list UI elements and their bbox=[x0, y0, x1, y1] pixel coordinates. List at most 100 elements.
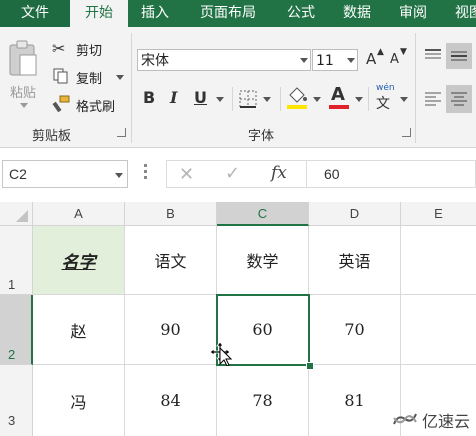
borders-button[interactable] bbox=[238, 87, 274, 111]
cell-b3[interactable]: 84 bbox=[125, 365, 217, 436]
row-header-2[interactable]: 2 bbox=[0, 295, 33, 365]
cell-b1[interactable]: 语文 bbox=[125, 226, 217, 295]
cut-label: 剪切 bbox=[76, 44, 103, 59]
ribbon-tab-bar: 文件 开始 插入 页面布局 公式 数据 审阅 视图 bbox=[0, 0, 476, 28]
chevron-down-icon bbox=[263, 97, 271, 102]
paste-icon bbox=[9, 40, 37, 76]
column-header-d[interactable]: D bbox=[309, 202, 401, 226]
watermark-logo-icon bbox=[393, 413, 417, 425]
font-name-select[interactable]: 宋体 bbox=[137, 49, 311, 71]
name-box-value: C2 bbox=[9, 166, 27, 182]
tab-formulas[interactable]: 公式 bbox=[276, 0, 326, 27]
format-painter-label: 格式刷 bbox=[76, 100, 116, 115]
font-color-icon: A bbox=[331, 84, 345, 105]
tab-data[interactable]: 数据 bbox=[332, 0, 382, 27]
ribbon-separator bbox=[232, 87, 233, 111]
paint-bucket-icon bbox=[287, 87, 307, 109]
align-middle-button[interactable] bbox=[446, 43, 472, 69]
cell-a1[interactable]: 名字 bbox=[33, 226, 125, 295]
select-all-corner[interactable] bbox=[0, 202, 33, 226]
row-header-3[interactable]: 3 bbox=[0, 365, 33, 436]
move-cursor-icon bbox=[209, 340, 233, 367]
align-top-button[interactable] bbox=[422, 45, 444, 67]
paste-dropdown-icon bbox=[20, 103, 28, 108]
formula-input[interactable]: 60 bbox=[306, 160, 476, 188]
insert-function-icon[interactable]: fx bbox=[271, 163, 287, 183]
cell-e1[interactable] bbox=[401, 226, 476, 295]
ribbon-separator bbox=[415, 33, 416, 143]
copy-dropdown-icon bbox=[116, 75, 124, 80]
column-header-a[interactable]: A bbox=[33, 202, 125, 226]
chevron-down-icon bbox=[115, 173, 123, 178]
italic-button[interactable]: I bbox=[170, 88, 177, 107]
font-color-button[interactable]: A bbox=[328, 84, 366, 113]
ribbon-home: 粘贴 ✂ 剪切 复制 格式刷 剪贴板 宋体 11 A ▲ A ▼ B I U A… bbox=[0, 27, 476, 148]
font-launcher-icon[interactable] bbox=[402, 128, 411, 137]
align-middle-icon bbox=[451, 51, 467, 61]
column-header-c[interactable]: C bbox=[217, 202, 309, 226]
formula-input-value: 60 bbox=[324, 166, 340, 182]
tab-view[interactable]: 视图 bbox=[444, 0, 476, 27]
format-painter-icon bbox=[52, 95, 70, 113]
cell-c3[interactable]: 78 bbox=[217, 365, 309, 436]
shrink-font-icon: A bbox=[390, 52, 399, 67]
chevron-down-icon bbox=[355, 97, 363, 102]
borders-icon bbox=[239, 90, 257, 108]
cell-e2[interactable] bbox=[401, 295, 476, 365]
clipboard-launcher-icon[interactable] bbox=[117, 128, 126, 137]
tab-page-layout[interactable]: 页面布局 bbox=[186, 0, 270, 27]
cell-b2[interactable]: 90 bbox=[125, 295, 217, 365]
font-size-select[interactable]: 11 bbox=[312, 49, 358, 71]
cancel-icon[interactable]: ✕ bbox=[179, 164, 194, 185]
grow-font-button[interactable]: A ▲ bbox=[366, 47, 384, 71]
align-top-icon bbox=[425, 49, 441, 59]
ribbon-separator bbox=[131, 33, 132, 143]
formula-bar-grip-icon[interactable] bbox=[144, 164, 147, 184]
cell-a3[interactable]: 冯 bbox=[33, 365, 125, 436]
font-name-value: 宋体 bbox=[141, 53, 169, 69]
underline-button[interactable]: U bbox=[194, 88, 228, 110]
clipboard-group-label: 剪贴板 bbox=[32, 129, 72, 144]
cell-d1[interactable]: 英语 bbox=[309, 226, 401, 295]
cell-c1[interactable]: 数学 bbox=[217, 226, 309, 295]
cell-d3[interactable]: 81 bbox=[309, 365, 401, 436]
chevron-down-icon bbox=[400, 97, 408, 102]
copy-button[interactable]: 复制 bbox=[52, 67, 124, 87]
paste-label: 粘贴 bbox=[10, 86, 37, 101]
copy-icon bbox=[53, 68, 68, 84]
tab-home[interactable]: 开始 bbox=[70, 0, 128, 28]
row-header-label: 1 bbox=[8, 277, 16, 292]
align-left-button[interactable] bbox=[422, 87, 444, 111]
column-header-b[interactable]: B bbox=[125, 202, 217, 226]
phonetic-button[interactable]: wén 文 bbox=[374, 83, 412, 113]
name-box[interactable]: C2 bbox=[2, 160, 128, 188]
font-color-swatch bbox=[329, 105, 349, 109]
chevron-down-icon bbox=[347, 58, 355, 63]
cell-d2[interactable]: 70 bbox=[309, 295, 401, 365]
underline-icon: U bbox=[194, 88, 207, 107]
grow-font-icon: A bbox=[366, 50, 377, 68]
scissors-icon: ✂ bbox=[52, 39, 66, 58]
column-header-e[interactable]: E bbox=[401, 202, 476, 226]
align-center-button[interactable] bbox=[446, 85, 472, 113]
ribbon-separator bbox=[368, 87, 369, 111]
fill-handle[interactable] bbox=[306, 362, 314, 370]
tab-review[interactable]: 审阅 bbox=[388, 0, 438, 27]
enter-icon[interactable]: ✓ bbox=[225, 163, 240, 184]
select-all-icon bbox=[16, 210, 28, 222]
align-center-icon bbox=[451, 92, 467, 106]
paste-button[interactable]: 粘贴 bbox=[6, 39, 44, 113]
tab-file[interactable]: 文件 bbox=[0, 0, 70, 27]
formula-bar: C2 ✕ ✓ fx 60 bbox=[0, 148, 476, 200]
row-header-1[interactable]: 1 bbox=[0, 226, 33, 295]
shrink-font-button[interactable]: A ▼ bbox=[390, 47, 408, 71]
chevron-down-icon bbox=[300, 58, 308, 63]
chevron-down-icon bbox=[313, 97, 321, 102]
formula-buttons: ✕ ✓ fx bbox=[166, 160, 306, 188]
copy-label: 复制 bbox=[76, 72, 103, 87]
fill-color-button[interactable] bbox=[286, 85, 324, 113]
cell-a2[interactable]: 赵 bbox=[33, 295, 125, 365]
tab-insert[interactable]: 插入 bbox=[130, 0, 180, 27]
phonetic-pinyin: wén bbox=[376, 83, 395, 93]
bold-button[interactable]: B bbox=[143, 88, 155, 107]
